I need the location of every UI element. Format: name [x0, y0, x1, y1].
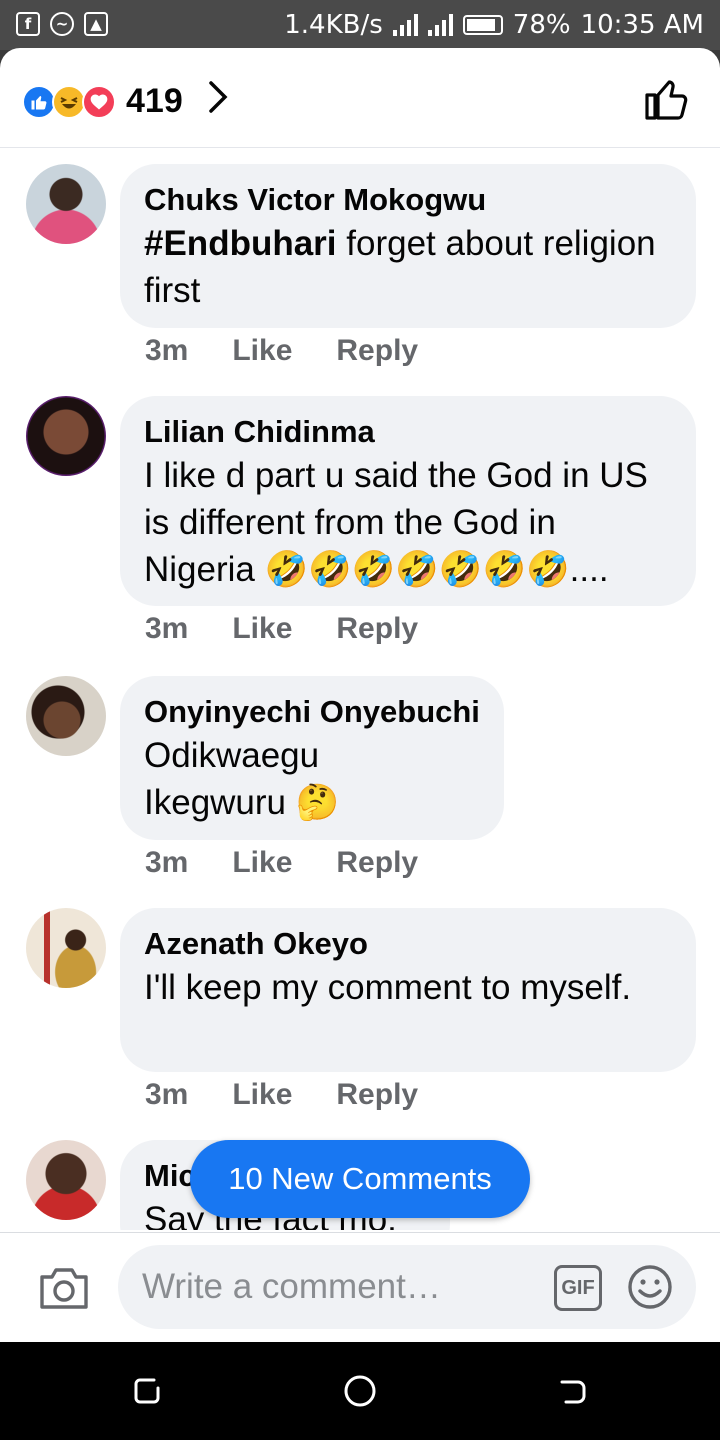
recent-apps-button[interactable]	[130, 1374, 164, 1408]
comment-actions: 3m Like Reply	[145, 612, 418, 646]
reply-comment-button[interactable]: Reply	[336, 846, 418, 880]
comment-actions: 3m Like Reply	[145, 1078, 418, 1112]
network-speed: 1.4KB/s	[284, 10, 383, 40]
back-button[interactable]	[556, 1374, 590, 1408]
emoji-button[interactable]	[626, 1263, 674, 1311]
clock: 10:35 AM	[580, 10, 704, 40]
home-icon	[344, 1375, 376, 1407]
chevron-right-icon	[207, 80, 229, 123]
comment-actions: 3m Like Reply	[145, 334, 418, 368]
comment-bubble[interactable]: Chuks Victor Mokogwu #Endbuhari forget a…	[120, 164, 696, 328]
comment-composer: Write a comment… GIF	[0, 1232, 720, 1342]
comment-bubble[interactable]: Azenath Okeyo I'll keep my comment to my…	[120, 908, 696, 1072]
reply-comment-button[interactable]: Reply	[336, 334, 418, 368]
comment-bubble[interactable]: Onyinyechi Onyebuchi Odikwaegu Ikegwuru …	[120, 676, 504, 840]
recent-apps-icon	[134, 1378, 160, 1404]
comments-sheet: 419 Chuks Victor Mokogwu #Endbuhari forg…	[0, 48, 720, 1342]
reply-comment-button[interactable]: Reply	[336, 1078, 418, 1112]
like-comment-button[interactable]: Like	[232, 612, 292, 646]
comment-time: 3m	[145, 846, 189, 879]
camera-button[interactable]	[38, 1265, 90, 1311]
haha-reaction-icon	[52, 84, 86, 119]
new-comments-button[interactable]: 10 New Comments	[190, 1140, 530, 1218]
comment-author[interactable]: Lilian Chidinma	[144, 412, 672, 452]
love-reaction-icon	[82, 84, 116, 119]
facebook-icon: f	[16, 12, 40, 36]
notification-icons: f ~ ▲	[16, 12, 108, 36]
signal-icon	[392, 14, 418, 36]
camera-icon	[40, 1268, 88, 1309]
signal-icon-2	[427, 14, 453, 36]
comment-author[interactable]: Azenath Okeyo	[144, 924, 672, 964]
avatar[interactable]	[26, 908, 106, 988]
battery-icon	[462, 15, 503, 35]
comment-text: #Endbuhari forget about religion first	[144, 224, 656, 310]
comment-time: 3m	[145, 1078, 189, 1111]
back-icon	[560, 1380, 586, 1404]
comment-placeholder: Write a comment…	[142, 1267, 441, 1306]
comment-time: 3m	[145, 334, 189, 367]
messenger-icon: ~	[50, 12, 74, 36]
comment-author[interactable]: Onyinyechi Onyebuchi	[144, 692, 480, 732]
like-post-button[interactable]	[644, 76, 690, 122]
reactions-summary[interactable]: 419	[22, 80, 229, 123]
reply-comment-button[interactable]: Reply	[336, 612, 418, 646]
battery-percent: 78%	[512, 10, 571, 40]
image-icon: ▲	[84, 12, 108, 36]
avatar[interactable]	[26, 1140, 106, 1220]
comment-bubble[interactable]: Lilian Chidinma I like d part u said the…	[120, 396, 696, 606]
system-navigation-bar	[0, 1342, 720, 1440]
status-bar: f ~ ▲ 1.4KB/s 78% 10:35 AM	[0, 0, 720, 50]
like-comment-button[interactable]: Like	[232, 1078, 292, 1112]
like-comment-button[interactable]: Like	[232, 334, 292, 368]
comment-actions: 3m Like Reply	[145, 846, 418, 880]
reaction-count: 419	[126, 82, 183, 120]
avatar[interactable]	[26, 676, 106, 756]
comment-text: I'll keep my comment to myself.	[144, 968, 632, 1007]
comment-text: I like d part u said the God in US is di…	[144, 456, 648, 589]
comment-time: 3m	[145, 612, 189, 645]
avatar[interactable]	[26, 396, 106, 476]
hashtag-link[interactable]: #Endbuhari	[144, 224, 337, 263]
reactions-header: 419	[0, 48, 720, 148]
comment-text: Odikwaegu Ikegwuru 🤔	[144, 736, 340, 822]
avatar[interactable]	[26, 164, 106, 244]
home-button[interactable]	[343, 1374, 377, 1408]
smiley-icon	[628, 1265, 672, 1309]
thumbs-up-icon	[645, 80, 688, 120]
like-reaction-icon	[22, 84, 56, 119]
comment-author[interactable]: Chuks Victor Mokogwu	[144, 180, 672, 220]
like-comment-button[interactable]: Like	[232, 846, 292, 880]
gif-button[interactable]: GIF	[554, 1265, 602, 1311]
comment-input[interactable]: Write a comment… GIF	[118, 1245, 696, 1329]
